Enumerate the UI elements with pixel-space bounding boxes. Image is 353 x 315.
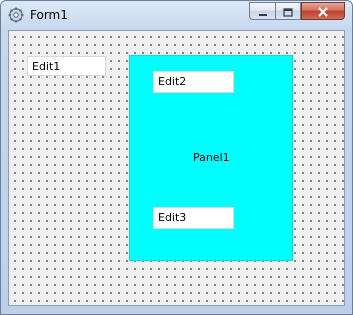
title-bar[interactable]: Form1 xyxy=(1,1,352,29)
edit2-input[interactable]: Edit2 xyxy=(153,71,234,93)
close-icon xyxy=(317,2,329,21)
app-gear-icon xyxy=(8,7,24,23)
form-window: Form1 Edit1 Edit2 Panel1 Edit3 xyxy=(0,0,353,315)
window-title: Form1 xyxy=(30,8,68,22)
close-button[interactable] xyxy=(301,2,345,20)
edit3-input[interactable]: Edit3 xyxy=(153,207,234,229)
minimize-icon xyxy=(258,2,268,21)
form-client-area: Edit1 Edit2 Panel1 Edit3 xyxy=(8,30,345,306)
maximize-icon xyxy=(283,2,293,21)
maximize-button[interactable] xyxy=(275,2,301,20)
panel1-caption: Panel1 xyxy=(193,151,230,164)
edit1-input[interactable]: Edit1 xyxy=(27,56,106,76)
minimize-button[interactable] xyxy=(249,2,275,20)
panel1: Edit2 Panel1 Edit3 xyxy=(130,56,292,260)
